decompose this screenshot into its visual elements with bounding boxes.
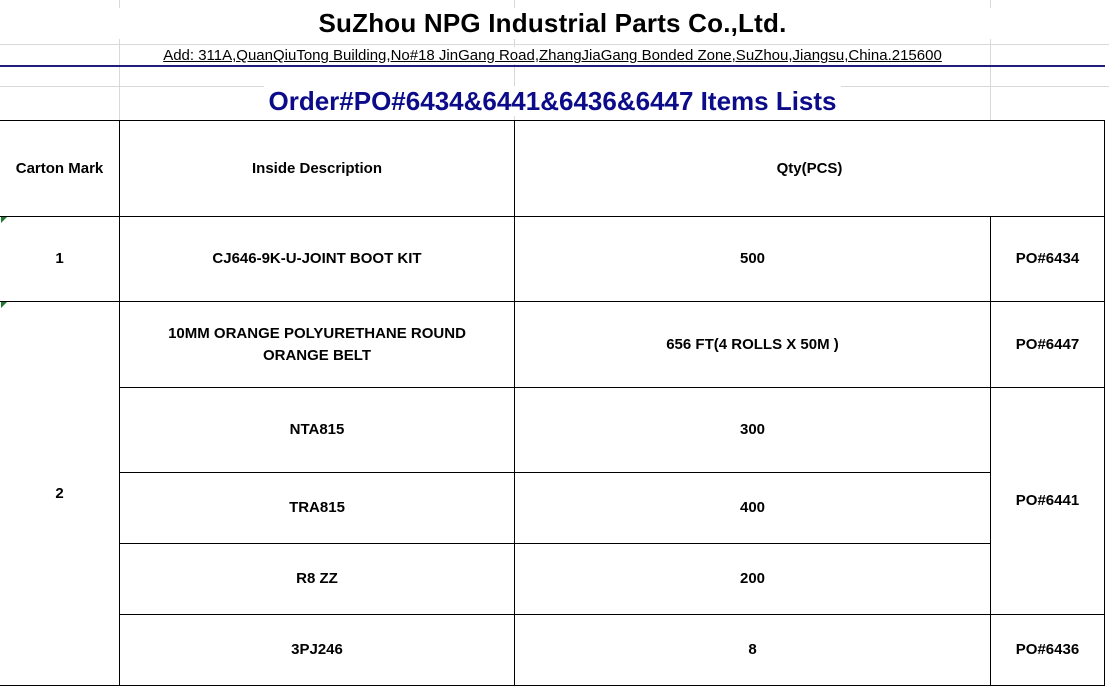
carton-mark-cell: 1	[55, 250, 64, 267]
description-cell: 10MM ORANGE POLYURETHANE ROUND ORANGE BE…	[168, 324, 466, 364]
description-cell: NTA815	[289, 421, 345, 438]
qty-cell: 400	[739, 499, 766, 516]
order-title: Order#PO#6434&6441&6436&6447 Items Lists	[0, 86, 1105, 117]
po-cell: PO#6441	[1015, 492, 1080, 509]
header-rule	[0, 65, 1105, 67]
description-cell: CJ646-9K-U-JOINT BOOT KIT	[212, 250, 422, 267]
description-cell: TRA815	[289, 499, 345, 516]
qty-cell: 8	[748, 641, 757, 658]
company-address: Add: 311A,QuanQiuTong Building,No#18 Jin…	[0, 47, 1105, 64]
qty-cell: 656 FT(4 ROLLS X 50M )	[666, 335, 839, 353]
header-carton-mark: Carton Mark	[15, 159, 104, 177]
company-address-text: Add: 311A,QuanQiuTong Building,No#18 Jin…	[161, 47, 944, 64]
table-border-right	[1104, 120, 1105, 686]
header-inside-description: Inside Description	[251, 159, 383, 177]
order-title-text: Order#PO#6434&6441&6436&6447 Items Lists	[264, 86, 841, 116]
po-cell: PO#6434	[1015, 250, 1080, 267]
qty-cell: 300	[739, 421, 766, 438]
description-cell: 3PJ246	[291, 641, 343, 658]
carton-mark-cell: 2	[55, 484, 64, 502]
po-cell: PO#6436	[1015, 641, 1080, 658]
qty-cell: 200	[739, 570, 766, 587]
po-cell: PO#6447	[1015, 335, 1080, 353]
description-cell: R8 ZZ	[296, 570, 338, 587]
company-name: SuZhou NPG Industrial Parts Co.,Ltd.	[0, 8, 1105, 39]
gridline	[0, 44, 1109, 45]
qty-cell: 500	[739, 250, 766, 267]
table-border-bottom	[0, 685, 1105, 686]
header-qty: Qty(PCS)	[776, 159, 843, 177]
